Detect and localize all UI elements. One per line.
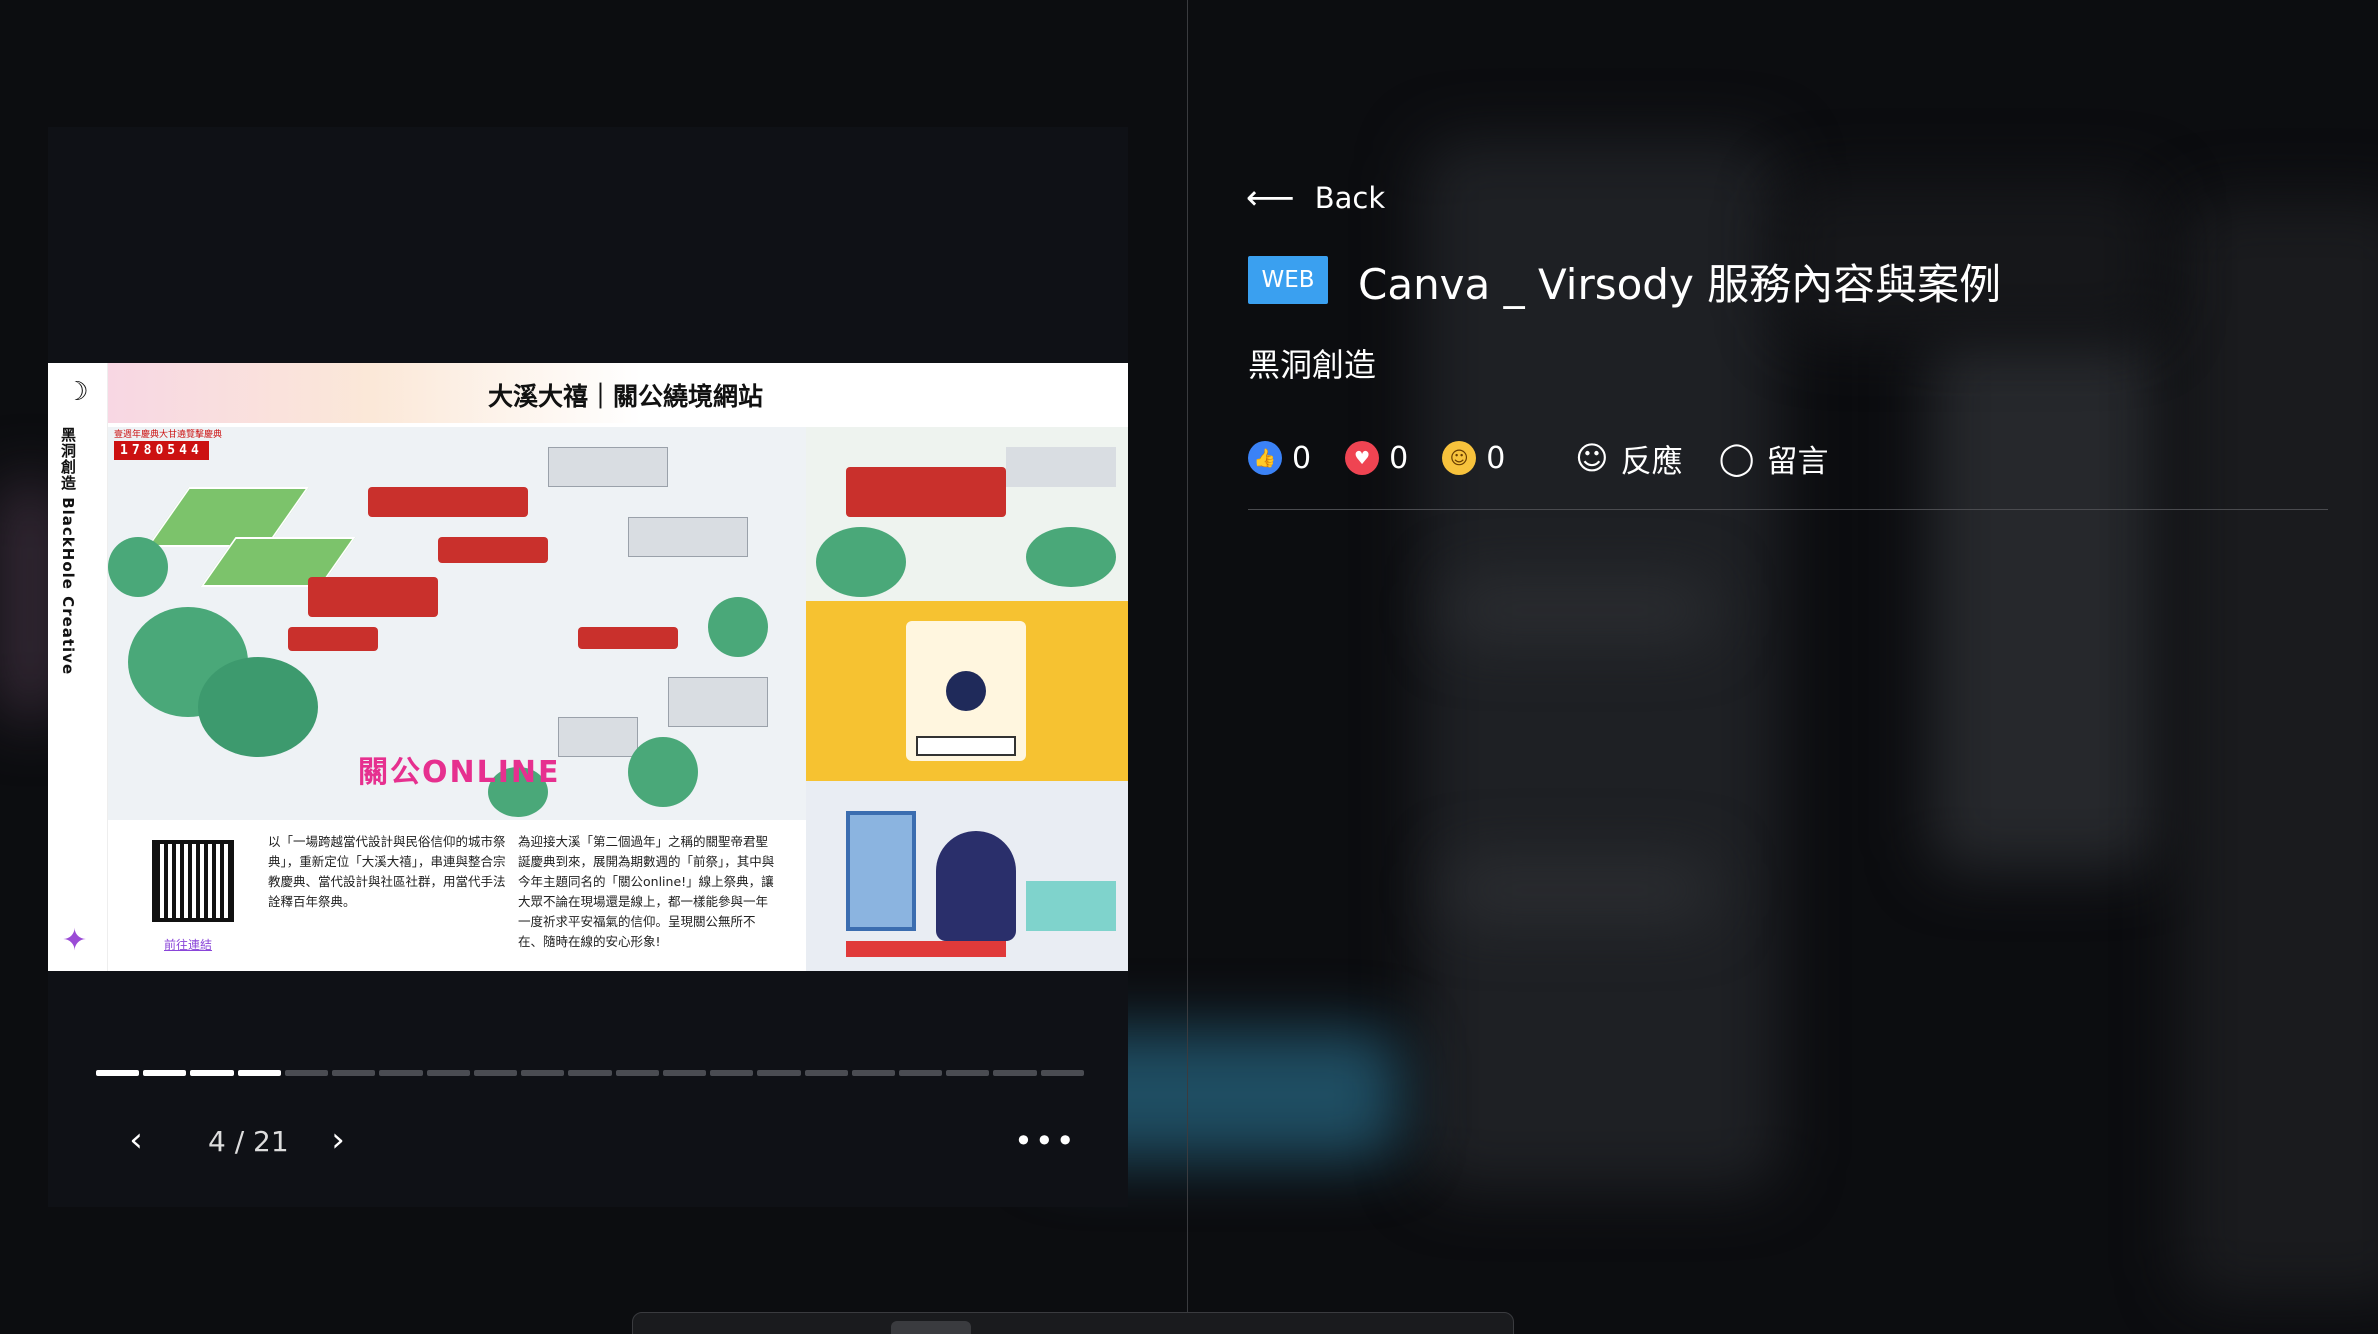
progress-segment[interactable] [946, 1070, 990, 1076]
progress-segment[interactable] [898, 1070, 943, 1076]
progress-segment[interactable] [993, 1070, 1037, 1076]
progress-segment[interactable] [426, 1070, 470, 1076]
laugh-emoji-icon: ☺ [1442, 441, 1477, 475]
progress-segment[interactable] [710, 1070, 754, 1076]
reactions-bar: 👍 0 ♥ 0 ☺ 0 ☺ 反應 ◯ 留言 [1248, 436, 1828, 480]
bottom-dock [632, 1312, 1514, 1334]
react-button[interactable]: ☺ 反應 [1575, 436, 1682, 481]
page-title: Canva _ Virsody 服務內容與案例 [1358, 260, 2002, 309]
reaction-love[interactable]: ♥ 0 [1345, 441, 1408, 476]
add-reaction-icon: ☺ [1575, 439, 1609, 477]
heart-icon: ♥ [1345, 441, 1380, 475]
brand-side-band: ☽ 黑洞創造 BlackHole Creative ✦ [48, 363, 108, 971]
reaction-count: 0 [1486, 440, 1506, 476]
progress-segment[interactable] [284, 1070, 329, 1076]
screenshot-thumbnail-shrine [806, 601, 1128, 781]
isometric-town-illustration: 壹週年慶典大甘遶覽擊慶典 1780544 關公ONLINE [108, 427, 806, 820]
slide-image: 大溪大禧｜關公繞境網站 ☽ 黑洞創造 BlackHole Creative ✦ [48, 363, 1128, 971]
progress-segment[interactable] [521, 1070, 565, 1076]
slide-viewer: 大溪大禧｜關公繞境網站 ☽ 黑洞創造 BlackHole Creative ✦ [48, 127, 1128, 1207]
online-logo: 關公ONLINE [358, 755, 561, 790]
reaction-haha[interactable]: ☺ 0 [1442, 441, 1505, 476]
arrow-left-icon: ⟵ [1246, 178, 1295, 218]
comment-button[interactable]: ◯ 留言 [1719, 436, 1829, 481]
panel-divider [1248, 509, 2328, 510]
vertical-divider [1187, 0, 1188, 1334]
react-label: 反應 [1620, 443, 1683, 480]
type-badge: WEB [1248, 256, 1328, 304]
comment-label: 留言 [1766, 443, 1829, 480]
progress-segment[interactable] [568, 1070, 612, 1076]
progress-segment[interactable] [851, 1070, 895, 1076]
comment-icon: ◯ [1718, 439, 1755, 477]
progress-segment[interactable] [190, 1070, 234, 1076]
page-indicator: 4 / 21 [208, 1125, 289, 1158]
progress-segment[interactable] [143, 1070, 187, 1076]
progress-segment[interactable] [804, 1070, 848, 1076]
slide-title: 大溪大禧｜關公繞境網站 [488, 382, 764, 411]
reaction-count: 0 [1292, 440, 1312, 476]
screenshot-thumbnail-room [806, 781, 1128, 971]
dock-tab[interactable] [891, 1321, 971, 1334]
brand-name: 黑洞創造 BlackHole Creative [59, 427, 77, 676]
back-button[interactable]: ⟵ Back [1246, 178, 1385, 218]
reaction-count: 0 [1389, 440, 1409, 476]
thumbs-up-icon: 👍 [1248, 441, 1282, 475]
author-name[interactable]: 黑洞創造 [1248, 340, 1376, 386]
progress-segment[interactable] [96, 1070, 140, 1076]
back-label: Back [1314, 181, 1386, 215]
sparkle-icon: ✦ [62, 923, 88, 958]
reaction-like[interactable]: 👍 0 [1248, 441, 1311, 476]
qr-code [152, 840, 234, 922]
description-paragraph: 以「一場跨越當代設計與民俗信仰的城市祭典」，重新定位「大溪大禧」，串連與整合宗教… [268, 834, 506, 909]
progress-segment[interactable] [332, 1070, 376, 1076]
progress-segment[interactable] [662, 1070, 707, 1076]
qr-link[interactable]: 前往連結 [164, 936, 212, 953]
slide-description: 前往連結 以「一場跨越當代設計與民俗信仰的城市祭典」，重新定位「大溪大禧」，串連… [108, 820, 806, 971]
progress-segment[interactable] [615, 1070, 659, 1076]
progress-segment[interactable] [1040, 1070, 1084, 1076]
visitor-counter: 1780544 [114, 441, 209, 460]
progress-segment[interactable] [473, 1070, 518, 1076]
progress-segment[interactable] [379, 1070, 423, 1076]
counter-caption: 壹週年慶典大甘遶覽擊慶典 [114, 430, 223, 440]
blackhole-logo-icon: ☽ [65, 377, 89, 407]
chevron-left-icon[interactable]: ‹ [116, 1120, 156, 1160]
description-paragraph: 為迎接大溪「第二個過年」之稱的關聖帝君聖誕慶典到來，展開為期數週的「前祭」，其中… [518, 834, 775, 949]
progress-segment[interactable] [757, 1070, 801, 1076]
more-horizontal-icon[interactable]: ••• [1014, 1122, 1077, 1160]
screenshot-thumbnail-town [806, 427, 1128, 601]
slide-progress-bar [96, 1070, 1084, 1077]
progress-segment[interactable] [237, 1070, 281, 1076]
chevron-right-icon[interactable]: › [318, 1120, 358, 1160]
